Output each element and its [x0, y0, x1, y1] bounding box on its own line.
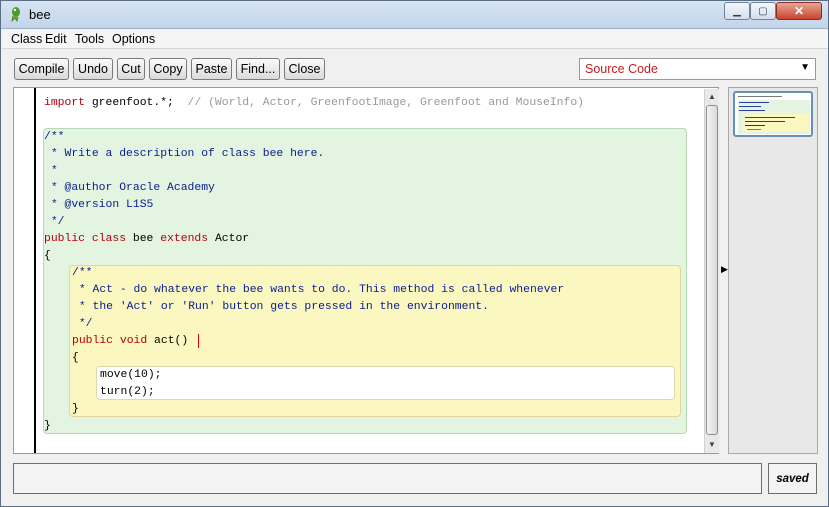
- code-line-doc-close: */: [44, 216, 65, 228]
- greenfoot-app-icon: [11, 7, 20, 22]
- menu-class[interactable]: Class: [11, 32, 42, 46]
- code-line-class-brace-close: }: [44, 420, 51, 432]
- code-line-stmt-move: move(10);: [100, 369, 162, 381]
- code-line-doc-star: *: [44, 165, 58, 177]
- code-line-import: import greenfoot.*; // (World, Actor, Gr…: [44, 97, 585, 109]
- status-message-field: [13, 463, 762, 494]
- minimize-button[interactable]: ▁: [724, 2, 750, 20]
- code-line-class-decl: public class bee extends Actor: [44, 233, 250, 245]
- copy-button[interactable]: Copy: [149, 58, 187, 80]
- close-icon: ✕: [793, 4, 805, 18]
- menu-tools[interactable]: Tools: [75, 32, 104, 46]
- code-editor[interactable]: import greenfoot.*; // (World, Actor, Gr…: [13, 87, 719, 454]
- code-line-stmt-turn: turn(2);: [100, 386, 155, 398]
- code-line-class-brace-open: {: [44, 250, 51, 262]
- code-line-method-doc-2: * the 'Act' or 'Run' button gets pressed…: [72, 301, 489, 313]
- paste-button[interactable]: Paste: [191, 58, 232, 80]
- maximize-button[interactable]: ▢: [750, 2, 776, 20]
- code-line-method-decl: public void act(): [72, 335, 189, 347]
- menu-bar: Class Edit Tools Options: [2, 30, 828, 49]
- close-button[interactable]: Close: [284, 58, 325, 80]
- editor-window: bee ▁ ▢ ✕ Class Edit Tools Options Compi…: [0, 0, 829, 507]
- code-line-method-doc-close: */: [72, 318, 93, 330]
- cut-button[interactable]: Cut: [117, 58, 145, 80]
- code-line-doc-author: * @author Oracle Academy: [44, 182, 215, 194]
- view-select[interactable]: Source Code ▼: [579, 58, 816, 80]
- code-line-method-brace-open: {: [72, 352, 79, 364]
- text-caret: [198, 334, 199, 348]
- dropdown-arrow-icon: ▼: [800, 62, 810, 73]
- scrollbar-thumb[interactable]: [706, 105, 718, 435]
- splitter-arrow-icon[interactable]: ▶: [721, 264, 728, 275]
- compile-button[interactable]: Compile: [14, 58, 69, 80]
- code-line-method-doc-1: * Act - do whatever the bee wants to do.…: [72, 284, 565, 296]
- menu-edit[interactable]: Edit: [45, 32, 67, 46]
- code-line-method-doc-open: /**: [72, 267, 93, 279]
- title-bar[interactable]: bee ▁ ▢ ✕: [1, 1, 828, 29]
- window-title: bee: [29, 7, 51, 22]
- menu-options[interactable]: Options: [112, 32, 155, 46]
- find-button[interactable]: Find...: [236, 58, 280, 80]
- code-line-doc-version: * @version L1S5: [44, 199, 154, 211]
- code-line-doc-desc: * Write a description of class bee here.: [44, 148, 325, 160]
- vertical-scrollbar[interactable]: ▲ ▼: [704, 89, 719, 453]
- undo-button[interactable]: Undo: [73, 58, 113, 80]
- minimize-icon: ▁: [733, 5, 741, 17]
- editor-margin-line: [34, 88, 36, 453]
- saved-status-label: saved: [768, 463, 817, 494]
- navigation-thumbnail[interactable]: [733, 91, 813, 137]
- method-body-highlight: [96, 366, 675, 400]
- scroll-down-icon[interactable]: ▼: [708, 440, 716, 449]
- maximize-icon: ▢: [758, 5, 768, 17]
- code-line-doc-open: /**: [44, 131, 65, 143]
- navigation-view[interactable]: [728, 87, 818, 454]
- view-select-value: Source Code: [585, 62, 658, 76]
- scroll-up-icon[interactable]: ▲: [708, 92, 716, 101]
- close-window-button[interactable]: ✕: [776, 2, 822, 20]
- code-line-method-brace-close: }: [72, 403, 79, 415]
